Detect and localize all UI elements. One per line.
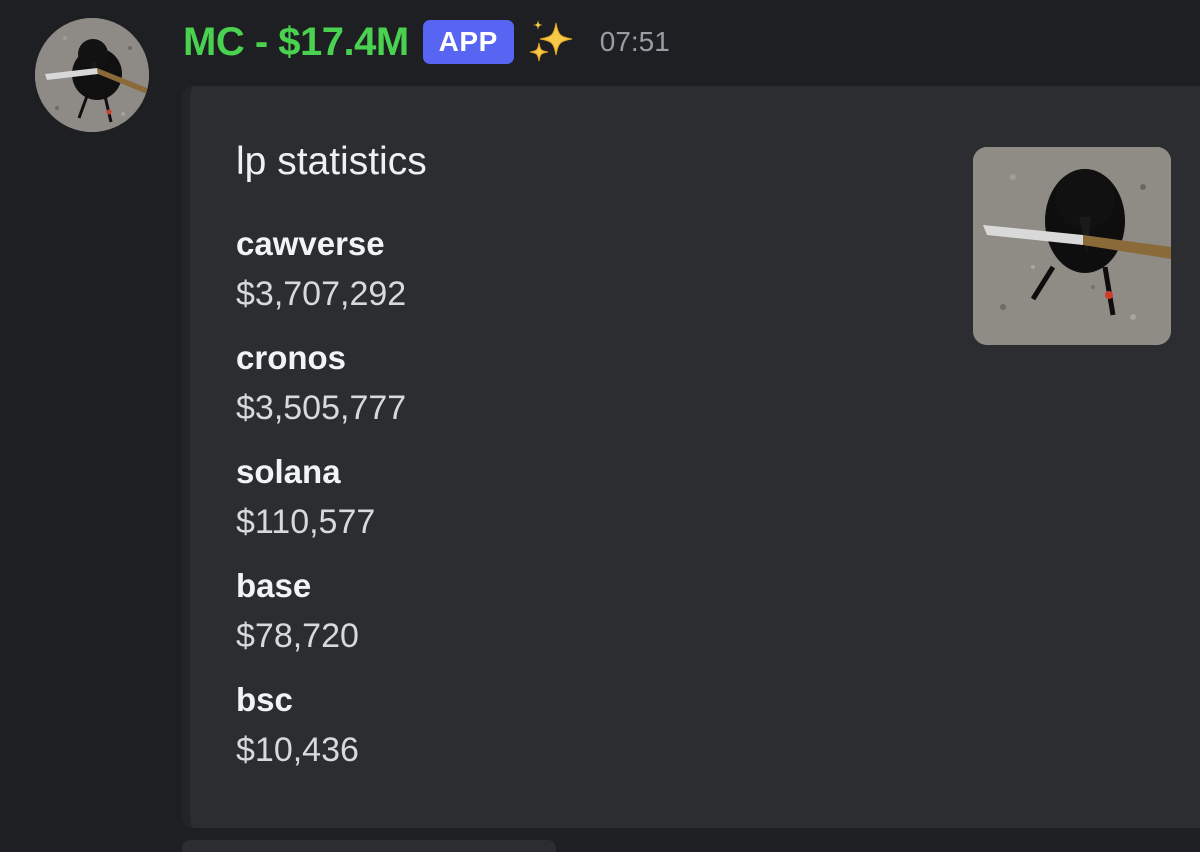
message-embed: lp statistics cawverse $3,707,292 cronos… bbox=[182, 86, 1200, 828]
embed-field: bsc $10,436 bbox=[236, 678, 836, 792]
embed-field: cawverse $3,707,292 bbox=[236, 222, 836, 336]
chat-message: MC - $17.4M APP 07:51 lp statistics cawv… bbox=[0, 0, 1200, 852]
embed-field: solana $110,577 bbox=[236, 450, 836, 564]
app-badge: APP bbox=[422, 20, 514, 64]
field-value: $3,707,292 bbox=[236, 275, 407, 313]
sparkles-icon bbox=[526, 17, 576, 67]
author-name[interactable]: MC - $17.4M bbox=[183, 20, 409, 65]
crow-avatar-icon bbox=[35, 18, 149, 132]
embed-fields: cawverse $3,707,292 cronos $3,505,777 so… bbox=[236, 222, 836, 792]
field-value: $3,505,777 bbox=[236, 389, 407, 427]
crow-thumbnail-icon bbox=[973, 147, 1171, 345]
field-value: $78,720 bbox=[236, 617, 359, 655]
field-name: cronos bbox=[236, 339, 347, 376]
message-timestamp[interactable]: 07:51 bbox=[600, 26, 670, 58]
author-avatar[interactable] bbox=[35, 18, 149, 132]
field-value: $110,577 bbox=[236, 503, 376, 541]
field-value: $10,436 bbox=[236, 731, 359, 769]
embed-thumbnail[interactable] bbox=[973, 147, 1171, 345]
embed-title: lp statistics bbox=[236, 140, 427, 183]
field-name: cawverse bbox=[236, 225, 385, 262]
next-message-preview bbox=[182, 840, 556, 852]
message-header: MC - $17.4M APP 07:51 bbox=[183, 14, 670, 70]
embed-field: base $78,720 bbox=[236, 564, 836, 678]
embed-field: cronos $3,505,777 bbox=[236, 336, 836, 450]
field-name: bsc bbox=[236, 681, 293, 718]
field-name: base bbox=[236, 567, 312, 604]
field-name: solana bbox=[236, 453, 341, 490]
